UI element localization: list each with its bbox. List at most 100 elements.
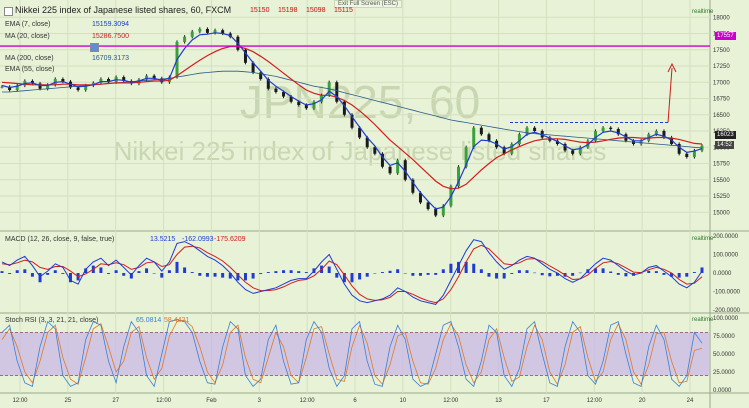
macd-histogram-bar [677,273,681,278]
macd-series [0,239,704,305]
x-tick-label: 10 [400,398,407,404]
stoch-label[interactable]: Stoch RSI (3, 3, 21, 21, close) [5,317,98,324]
macd-label[interactable]: MACD (12, 26, close, 9, false, true) [5,236,114,243]
x-tick-label: 20 [639,398,646,404]
macd-histogram-bar [548,273,552,277]
x-tick-label: Feb [206,398,217,404]
x-tick-label: 12:00 [443,398,459,404]
macd-histogram-bar [434,273,438,275]
ohlc-open: 15150 [250,7,270,14]
macd-histogram-bar [487,273,491,277]
macd-histogram-bar [540,273,544,276]
candle-body [479,127,483,135]
macd-histogram-bar [571,273,575,276]
y-tick-label: 15250 [713,194,730,200]
settings-icon[interactable] [90,43,99,52]
macd-tick-label: 100.0000 [713,253,739,259]
x-tick-label: 12:00 [587,398,603,404]
macd-histogram-bar [259,273,263,274]
macd-histogram-bar [495,273,499,279]
macd-line [1,239,703,305]
macd-histogram-bar [517,270,521,273]
candle-body [472,127,476,148]
candle-body [274,88,278,92]
macd-histogram-bar [266,272,270,273]
legend-ema7-value: 15159.3094 [92,21,129,28]
y-tick-label: 15500 [713,178,730,184]
candle-body [190,31,194,37]
candle-body [426,202,430,209]
legend-ma200-value: 16709.3173 [92,55,129,62]
macd-histogram-bar [380,272,384,273]
y-tick-label: 16750 [713,97,730,103]
ohlc-close: 15115 [334,7,353,14]
macd-histogram-bar [205,273,209,277]
macd-value-2: -162.0993 [182,236,214,243]
macd-histogram-bar [411,273,415,276]
legend-ema55-label[interactable]: EMA (55, close) [5,66,54,73]
y-tick-label: 18000 [713,15,730,21]
macd-histogram-bar [175,261,179,273]
resistance-price-tag: 17557 [715,32,736,40]
macd-histogram-bar [510,273,514,274]
macd-histogram-bar [221,273,225,278]
candle-body [205,28,209,33]
x-tick-label: 13 [495,398,502,404]
macd-histogram-bar [449,263,453,273]
macd-histogram-bar [243,273,247,281]
macd-histogram-bar [160,273,164,278]
macd-histogram-bar [46,273,50,275]
candle-body [183,36,187,42]
macd-histogram-bar [107,273,111,274]
x-tick-label: 27 [112,398,119,404]
macd-histogram-bar [426,273,430,275]
macd-histogram-bar [282,270,286,273]
last-price-tag: 16023 [715,131,736,139]
macd-histogram-bar [145,268,149,273]
macd-histogram-bar [350,273,354,283]
macd-histogram-bar [502,273,506,279]
macd-histogram-bar [30,273,34,277]
ohlc-high: 15198 [278,7,298,14]
macd-histogram-bar [479,269,483,273]
x-tick-label: 12:00 [300,398,316,404]
macd-histogram-bar [8,273,12,274]
macd-histogram-bar [358,273,362,280]
macd-histogram-bar [183,267,187,273]
stoch-tick-label: 100.0000 [713,316,739,322]
x-tick-label: 25 [65,398,72,404]
macd-histogram-bar [152,273,156,274]
chart-title: Nikkei 225 index of Japanese listed shar… [15,5,232,15]
x-tick-label: 3 [258,398,262,404]
candle-body [76,87,80,91]
stoch-k-value: 65.0814 [136,317,162,324]
macd-value-1: 13.5215 [150,236,176,243]
macd-tick-label: 0.0000 [713,271,732,277]
macd-histogram-bar [533,272,537,274]
realtime-badge: realtime [692,9,714,15]
macd-histogram-bar [373,273,377,274]
macd-histogram-bar [441,269,445,273]
legend-ma20-label[interactable]: MA (20, close) [5,33,50,40]
macd-histogram-bar [99,267,103,273]
candle-body [533,127,537,131]
candle-body [487,134,491,141]
macd-histogram-bar [304,272,308,273]
collapse-icon[interactable] [4,7,13,16]
legend-ma200-label[interactable]: MA (200, close) [5,55,54,62]
macd-histogram-bar [654,271,658,273]
candle-body [0,86,4,88]
stoch-tick-label: 75.0000 [713,334,735,340]
legend-ema7-label[interactable]: EMA (7, close) [5,21,51,28]
macd-histogram-bar [137,271,141,273]
macd-histogram-bar [647,270,651,273]
macd-histogram-bar [525,270,529,273]
x-tick-label: 6 [353,398,357,404]
stoch-d-value: 58.4421 [164,317,190,324]
macd-histogram-bar [335,273,339,278]
macd-histogram-bar [685,273,689,277]
macd-histogram-bar [114,270,118,273]
macd-histogram-bar [624,273,628,277]
realtime-badge-stoch: realtime [692,317,714,323]
macd-tick-label: -100.0000 [713,290,741,296]
